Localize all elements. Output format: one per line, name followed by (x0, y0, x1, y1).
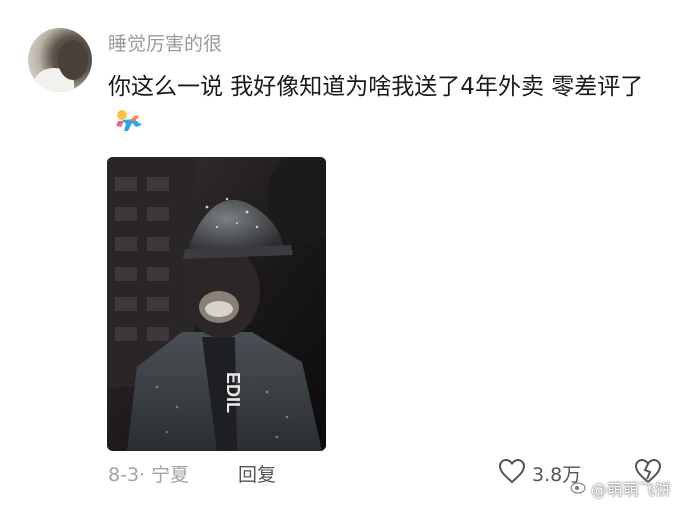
comment-body: 你这么一说 我好像知道为啥我送了4年外卖 零差评了 (108, 68, 668, 145)
comment-photo[interactable]: EDIL (107, 157, 326, 451)
weibo-icon (570, 478, 588, 498)
like-button[interactable]: 3.8万 (498, 458, 581, 488)
heart-icon (498, 458, 526, 488)
comment-meta: 8-3· 宁夏 (108, 464, 190, 486)
avatar-face (58, 40, 88, 80)
svg-text:EDIL: EDIL (223, 372, 243, 413)
running-emoji (112, 107, 146, 145)
reply-button[interactable]: 回复 (238, 460, 276, 487)
username[interactable]: 睡觉厉害的很 (108, 31, 222, 57)
comment-text: 你这么一说 我好像知道为啥我送了4年外卖 零差评了 (108, 74, 644, 100)
watermark-text: @萌萌飞饼 (591, 480, 672, 499)
avatar[interactable] (28, 28, 92, 92)
watermark: @萌萌飞饼 (570, 476, 671, 500)
